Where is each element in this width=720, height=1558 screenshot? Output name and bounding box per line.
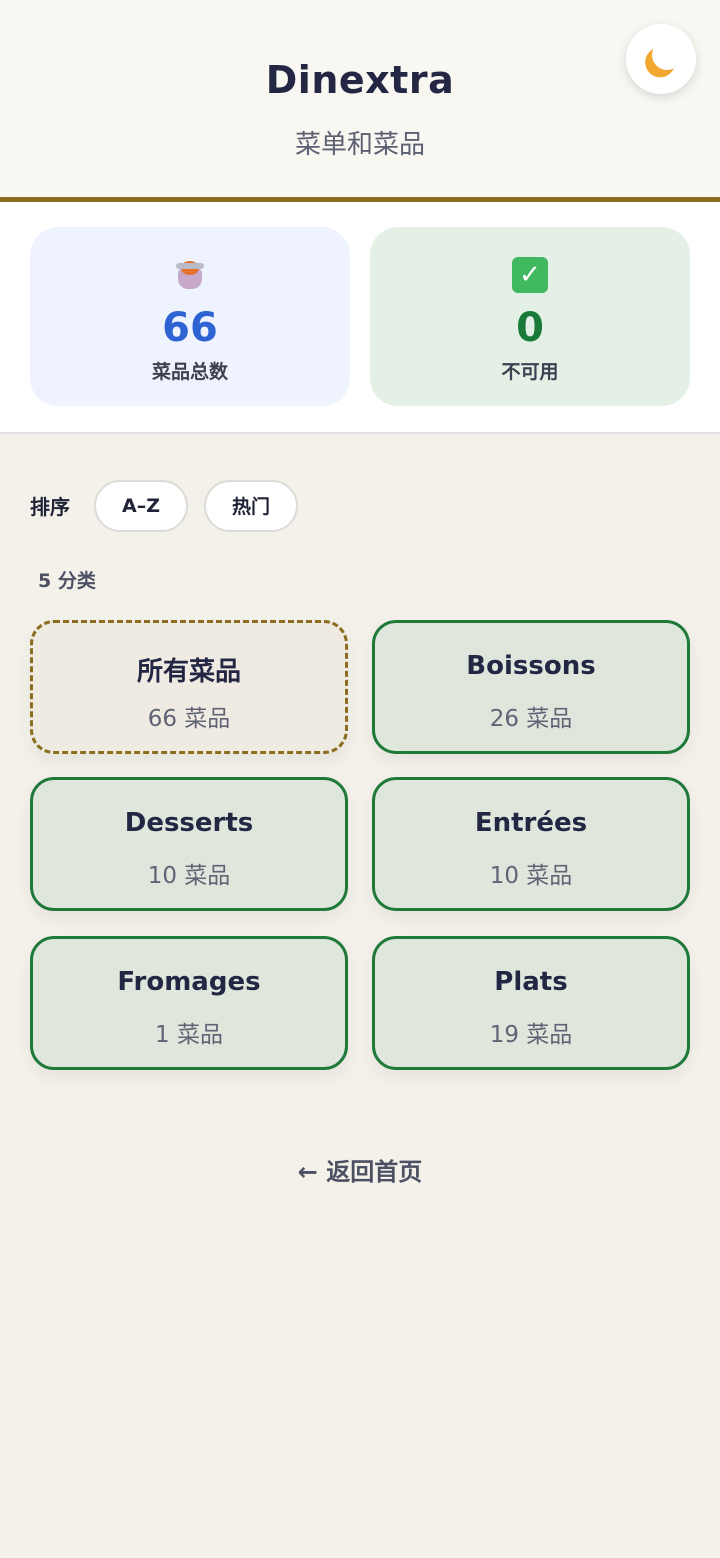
category-item-count: 10 菜品 bbox=[489, 863, 573, 889]
category-item-count: 26 菜品 bbox=[489, 706, 573, 732]
category-name: Plats bbox=[494, 967, 568, 997]
sort-label: 排序 bbox=[30, 495, 70, 519]
stat-value-unavailable: 0 bbox=[516, 305, 544, 351]
category-name: 所有菜品 bbox=[136, 657, 241, 687]
app-title: Dinextra bbox=[265, 58, 455, 102]
category-card-fromages[interactable]: Fromages 1 菜品 bbox=[30, 936, 348, 1070]
category-card-entrees[interactable]: Entrées 10 菜品 bbox=[372, 777, 690, 911]
theme-toggle-button[interactable] bbox=[626, 24, 696, 94]
category-name: Entrées bbox=[474, 808, 588, 838]
category-count: 5 分类 bbox=[38, 570, 96, 592]
app-header: Dinextra 菜单和菜品 bbox=[0, 0, 720, 202]
cooking-pot-icon bbox=[172, 257, 208, 293]
back-to-home-link[interactable]: ← 返回首页 bbox=[0, 1152, 720, 1187]
check-mark-icon: ✓ bbox=[512, 257, 548, 293]
sort-popular-button[interactable]: 热门 bbox=[203, 479, 298, 532]
category-card-boissons[interactable]: Boissons 26 菜品 bbox=[372, 620, 690, 754]
category-card-all[interactable]: 所有菜品 66 菜品 bbox=[30, 620, 348, 754]
category-card-plats[interactable]: Plats 19 菜品 bbox=[372, 936, 690, 1070]
category-name: Fromages bbox=[117, 967, 261, 997]
category-name: Boissons bbox=[466, 651, 596, 681]
sort-az-button[interactable]: A–Z bbox=[94, 479, 188, 532]
stat-label-unavailable: 不可用 bbox=[501, 361, 559, 383]
moon-icon bbox=[650, 38, 685, 73]
category-item-count: 19 菜品 bbox=[489, 1022, 573, 1048]
sort-controls: 排序 A–Z 热门 bbox=[30, 478, 314, 533]
stat-label-total: 菜品总数 bbox=[151, 361, 228, 383]
stat-card-unavailable: ✓ 0 不可用 bbox=[370, 227, 690, 406]
category-card-desserts[interactable]: Desserts 10 菜品 bbox=[30, 777, 348, 911]
category-item-count: 66 菜品 bbox=[147, 706, 231, 732]
app-subtitle: 菜单和菜品 bbox=[294, 130, 425, 160]
stat-card-total-dishes: 66 菜品总数 bbox=[30, 227, 350, 406]
stat-value-total: 66 bbox=[162, 305, 218, 351]
category-name: Desserts bbox=[124, 808, 254, 838]
category-item-count: 1 菜品 bbox=[155, 1022, 223, 1048]
category-item-count: 10 菜品 bbox=[147, 863, 231, 889]
stats-panel: 66 菜品总数 ✓ 0 不可用 bbox=[0, 202, 720, 434]
